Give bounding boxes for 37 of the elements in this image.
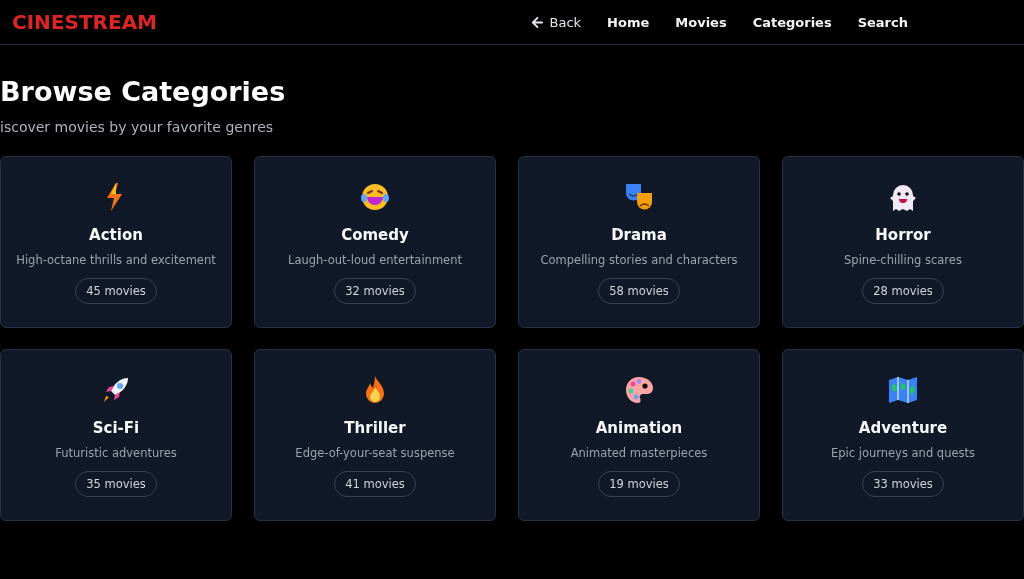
category-card[interactable]: Drama Compelling stories and characters 58 movies: [518, 156, 760, 328]
category-description: Epic journeys and quests: [830, 445, 976, 461]
category-name: Action: [89, 225, 143, 245]
category-name: Comedy: [341, 225, 409, 245]
map-icon: [887, 374, 919, 406]
page-subtitle: iscover movies by your favorite genres: [0, 118, 275, 137]
category-description: Compelling stories and characters: [540, 252, 738, 268]
category-card[interactable]: Thriller Edge-of-your-seat suspense 41 movies: [254, 349, 496, 521]
category-card[interactable]: Comedy Laugh-out-loud entertainment 32 movies: [254, 156, 496, 328]
back-arrow-icon: [530, 15, 544, 29]
nav-link[interactable]: Movies: [675, 14, 727, 30]
category-description: High-octane thrills and excitement: [16, 252, 216, 268]
category-description: Spine-chilling scares: [844, 252, 962, 268]
nav-link[interactable]: Home: [607, 14, 650, 30]
nav-link[interactable]: Categories: [752, 14, 832, 30]
category-card[interactable]: Adventure Epic journeys and quests 33 movies: [782, 349, 1024, 521]
logo[interactable]: CINESTREAM: [12, 10, 157, 34]
category-name: Horror: [875, 225, 931, 245]
category-card[interactable]: Action High-octane thrills and excitement 45 movies: [0, 156, 232, 328]
category-description: Laugh-out-loud entertainment: [288, 252, 462, 268]
category-name: Animation: [595, 418, 683, 438]
category-name: Adventure: [858, 418, 948, 438]
category-card[interactable]: Animation Animated masterpieces 19 movies: [518, 349, 760, 521]
category-name: Thriller: [344, 418, 406, 438]
category-description: Animated masterpieces: [570, 445, 708, 461]
category-description: Edge-of-your-seat suspense: [295, 445, 455, 461]
category-description: Futuristic adventures: [55, 445, 177, 461]
back-link[interactable]: Back: [530, 14, 582, 30]
theater-masks-icon: [623, 181, 655, 213]
laughing-face-icon: [359, 181, 391, 213]
category-name: Drama: [611, 225, 667, 245]
category-card[interactable]: Sci-Fi Futuristic adventures 35 movies: [0, 349, 232, 521]
page-title: Browse Categories: [0, 75, 287, 109]
category-card[interactable]: Horror Spine-chilling scares 28 movies: [782, 156, 1024, 328]
category-name: Sci-Fi: [92, 418, 140, 438]
palette-icon: [623, 374, 655, 406]
nav-link[interactable]: Search: [857, 14, 908, 30]
